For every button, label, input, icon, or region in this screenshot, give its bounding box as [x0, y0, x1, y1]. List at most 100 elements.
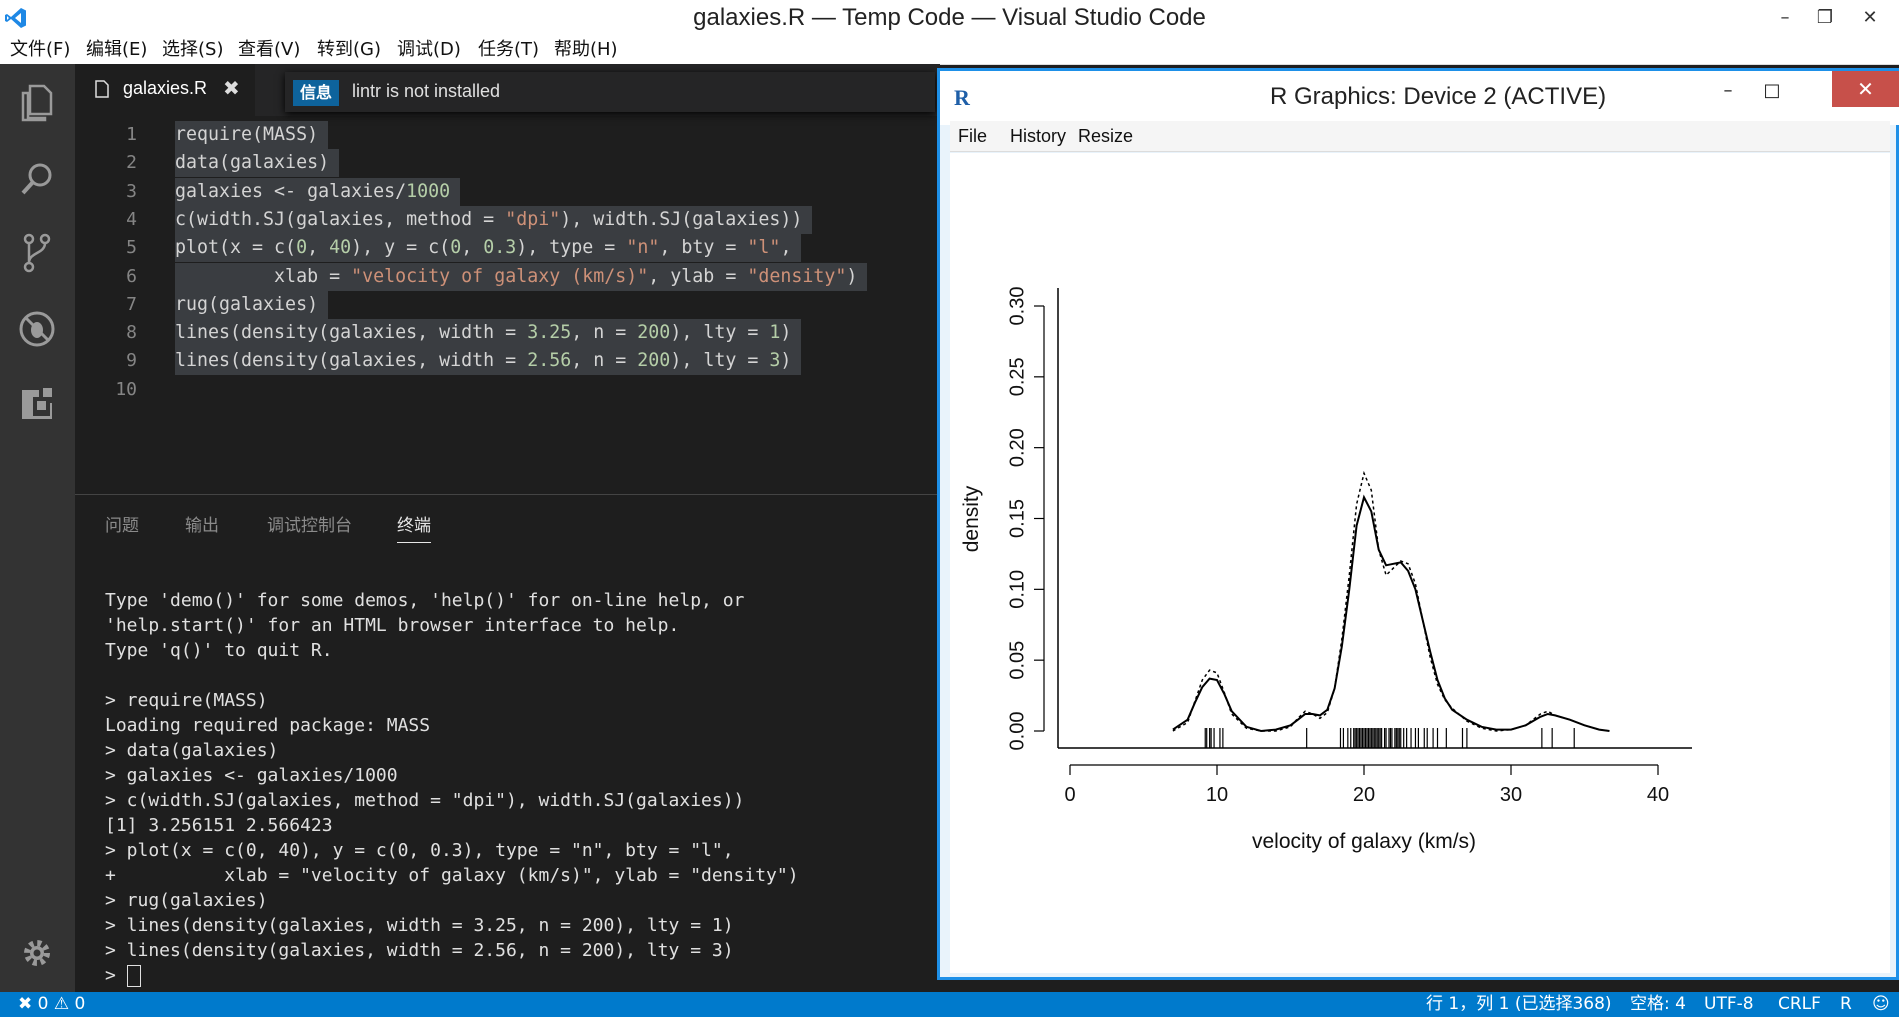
line-number: 2 — [126, 152, 137, 174]
r-window-title: R Graphics: Device 2 (ACTIVE) — [1270, 83, 1607, 110]
code-line: 2 data(galaxies) — [75, 149, 940, 178]
source-control-icon[interactable] — [12, 228, 62, 278]
y-tick-label: 0.20 — [1006, 428, 1028, 467]
menu-goto[interactable]: 转到(G) — [317, 36, 381, 64]
minimize-button[interactable]: – — [1765, 4, 1805, 32]
y-tick-label: 0.00 — [1006, 712, 1028, 751]
activity-bar — [0, 64, 75, 992]
panel-tabs: 问题 输出 调试控制台 终端 — [75, 495, 940, 545]
r-graphics-window: R R Graphics: Device 2 (ACTIVE) – □ ✕ Fi… — [937, 68, 1899, 980]
code-text: c(width.SJ(galaxies, method = "dpi"), wi… — [175, 205, 813, 234]
line-number: 9 — [126, 350, 137, 372]
terminal-line: > galaxies <- galaxies/1000 — [105, 765, 398, 786]
line-ending[interactable]: CRLF — [1778, 992, 1821, 1017]
files-icon[interactable] — [12, 78, 62, 128]
line-number: 6 — [126, 265, 137, 287]
y-axis-label: density — [960, 485, 983, 552]
close-icon[interactable]: ✖ — [223, 76, 240, 101]
x-tick-label: 10 — [1206, 784, 1228, 806]
line-number: 1 — [126, 124, 137, 145]
editor-area: galaxies.R ✖ 信息 lintr is not installed 1… — [75, 64, 940, 494]
error-icon: ✖ — [18, 994, 33, 1014]
line-number: 4 — [126, 208, 137, 230]
warning-count: 0 — [74, 994, 86, 1014]
terminal-prompt-line[interactable]: > — [105, 963, 935, 988]
r-minimize-button[interactable]: – — [1708, 77, 1748, 105]
code-line: 8 lines(density(galaxies, width = 3.25, n… — [75, 319, 940, 348]
r-menu-file[interactable]: File — [958, 126, 987, 147]
feedback-icon[interactable]: ☺ — [1872, 992, 1890, 1017]
code-line: 7 rug(galaxies) — [75, 290, 940, 319]
r-menu-resize[interactable]: Resize — [1078, 126, 1133, 147]
tab-terminal[interactable]: 终端 — [397, 511, 431, 543]
terminal-line: Loading required package: MASS — [105, 715, 431, 736]
tab-output[interactable]: 输出 — [185, 511, 219, 536]
error-count: 0 — [37, 994, 49, 1014]
density-plot: 0.00 0.05 0.10 0.15 0.20 0.25 0.30 0 10 20 30 40 vel… — [960, 287, 1692, 853]
terminal-line: > require(MASS) — [105, 690, 268, 711]
x-tick-label: 0 — [1064, 784, 1075, 806]
x-axis-label: velocity of galaxy (km/s) — [1252, 830, 1476, 853]
menu-edit[interactable]: 编辑(E) — [86, 36, 147, 64]
density-line-dotted — [1172, 470, 1610, 732]
code-text: data(galaxies) — [175, 149, 340, 178]
search-icon[interactable] — [12, 154, 62, 204]
terminal-cursor — [126, 965, 141, 987]
r-plot-area: 0.00 0.05 0.10 0.15 0.20 0.25 0.30 0 10 20 30 40 vel… — [950, 153, 1890, 973]
r-window-titlebar: R R Graphics: Device 2 (ACTIVE) – □ ✕ — [940, 71, 1899, 125]
terminal-line: + xlab = "velocity of galaxy (km/s)", yl… — [105, 865, 799, 886]
terminal-line: > c(width.SJ(galaxies, method = "dpi"), … — [105, 790, 745, 811]
notification-toast: 信息 lintr is not installed — [285, 72, 935, 112]
menu-selection[interactable]: 选择(S) — [162, 36, 223, 64]
code-text: lines(density(galaxies, width = 2.56, n … — [175, 347, 802, 376]
menu-file[interactable]: 文件(F) — [10, 36, 70, 64]
close-button[interactable]: ✕ — [1850, 4, 1890, 32]
menu-help[interactable]: 帮助(H) — [554, 36, 618, 64]
code-line: 9 lines(density(galaxies, width = 2.56, n… — [75, 347, 940, 376]
errors-status[interactable]: ✖ 0 ⚠ 0 — [18, 992, 85, 1017]
terminal-line: > lines(density(galaxies, width = 2.56, … — [105, 940, 734, 961]
line-number: 3 — [126, 180, 137, 202]
code-line: 6 xlab = "velocity of galaxy (km/s)", yl… — [75, 262, 940, 291]
restore-button[interactable]: ❐ — [1805, 4, 1845, 32]
status-bar: ✖ 0 ⚠ 0 行 1，列 1 (已选择368) 空格: 4 UTF-8 CRL… — [0, 992, 1899, 1017]
menu-view[interactable]: 查看(V) — [238, 36, 300, 64]
r-logo: R — [954, 85, 970, 110]
menu-tasks[interactable]: 任务(T) — [478, 36, 539, 64]
gear-icon[interactable] — [12, 928, 62, 978]
tab-bar: galaxies.R ✖ 信息 lintr is not installed — [75, 64, 940, 116]
line-number: 8 — [126, 322, 137, 344]
r-close-button[interactable]: ✕ — [1832, 71, 1899, 107]
code-text: galaxies <- galaxies/1000 — [175, 177, 461, 206]
notification-message: lintr is not installed — [352, 81, 501, 101]
line-number: 10 — [115, 378, 137, 400]
cursor-position[interactable]: 行 1，列 1 (已选择368) — [1426, 992, 1612, 1017]
menu-debug[interactable]: 调试(D) — [397, 36, 461, 64]
encoding[interactable]: UTF-8 — [1704, 992, 1754, 1017]
code-text: plot(x = c(0, 40), y = c(0, 0.3), type =… — [175, 234, 802, 263]
extensions-icon[interactable] — [12, 378, 62, 428]
terminal-line: Type 'demo()' for some demos, 'help()' f… — [105, 590, 745, 611]
info-badge: 信息 — [293, 80, 340, 106]
debug-icon[interactable] — [12, 304, 62, 354]
r-maximize-button[interactable]: □ — [1752, 77, 1792, 105]
terminal-line: Type 'q()' to quit R. — [105, 640, 333, 661]
density-line-solid — [1172, 494, 1610, 733]
line-number: 5 — [126, 237, 137, 259]
warning-icon: ⚠ — [53, 994, 70, 1014]
y-tick-label: 0.10 — [1006, 570, 1028, 609]
terminal-line: 'help.start()' for an HTML browser inter… — [105, 615, 680, 636]
terminal[interactable]: Type 'demo()' for some demos, 'help()' f… — [105, 588, 935, 988]
tab-debug-console[interactable]: 调试控制台 — [267, 511, 352, 536]
tab-galaxies-r[interactable]: galaxies.R ✖ — [75, 64, 255, 116]
r-menu-history[interactable]: History — [1010, 126, 1066, 147]
title-bar: galaxies.R — Temp Code — Visual Studio C… — [0, 0, 1899, 36]
terminal-line: > rug(galaxies) — [105, 890, 268, 911]
indentation[interactable]: 空格: 4 — [1630, 992, 1686, 1017]
terminal-line: [1] 3.256151 2.566423 — [105, 815, 333, 836]
tab-problems[interactable]: 问题 — [105, 511, 139, 536]
bottom-panel: 问题 输出 调试控制台 终端 Type 'demo()' for some de… — [75, 494, 940, 993]
file-icon — [95, 80, 109, 98]
language-mode[interactable]: R — [1840, 992, 1852, 1017]
